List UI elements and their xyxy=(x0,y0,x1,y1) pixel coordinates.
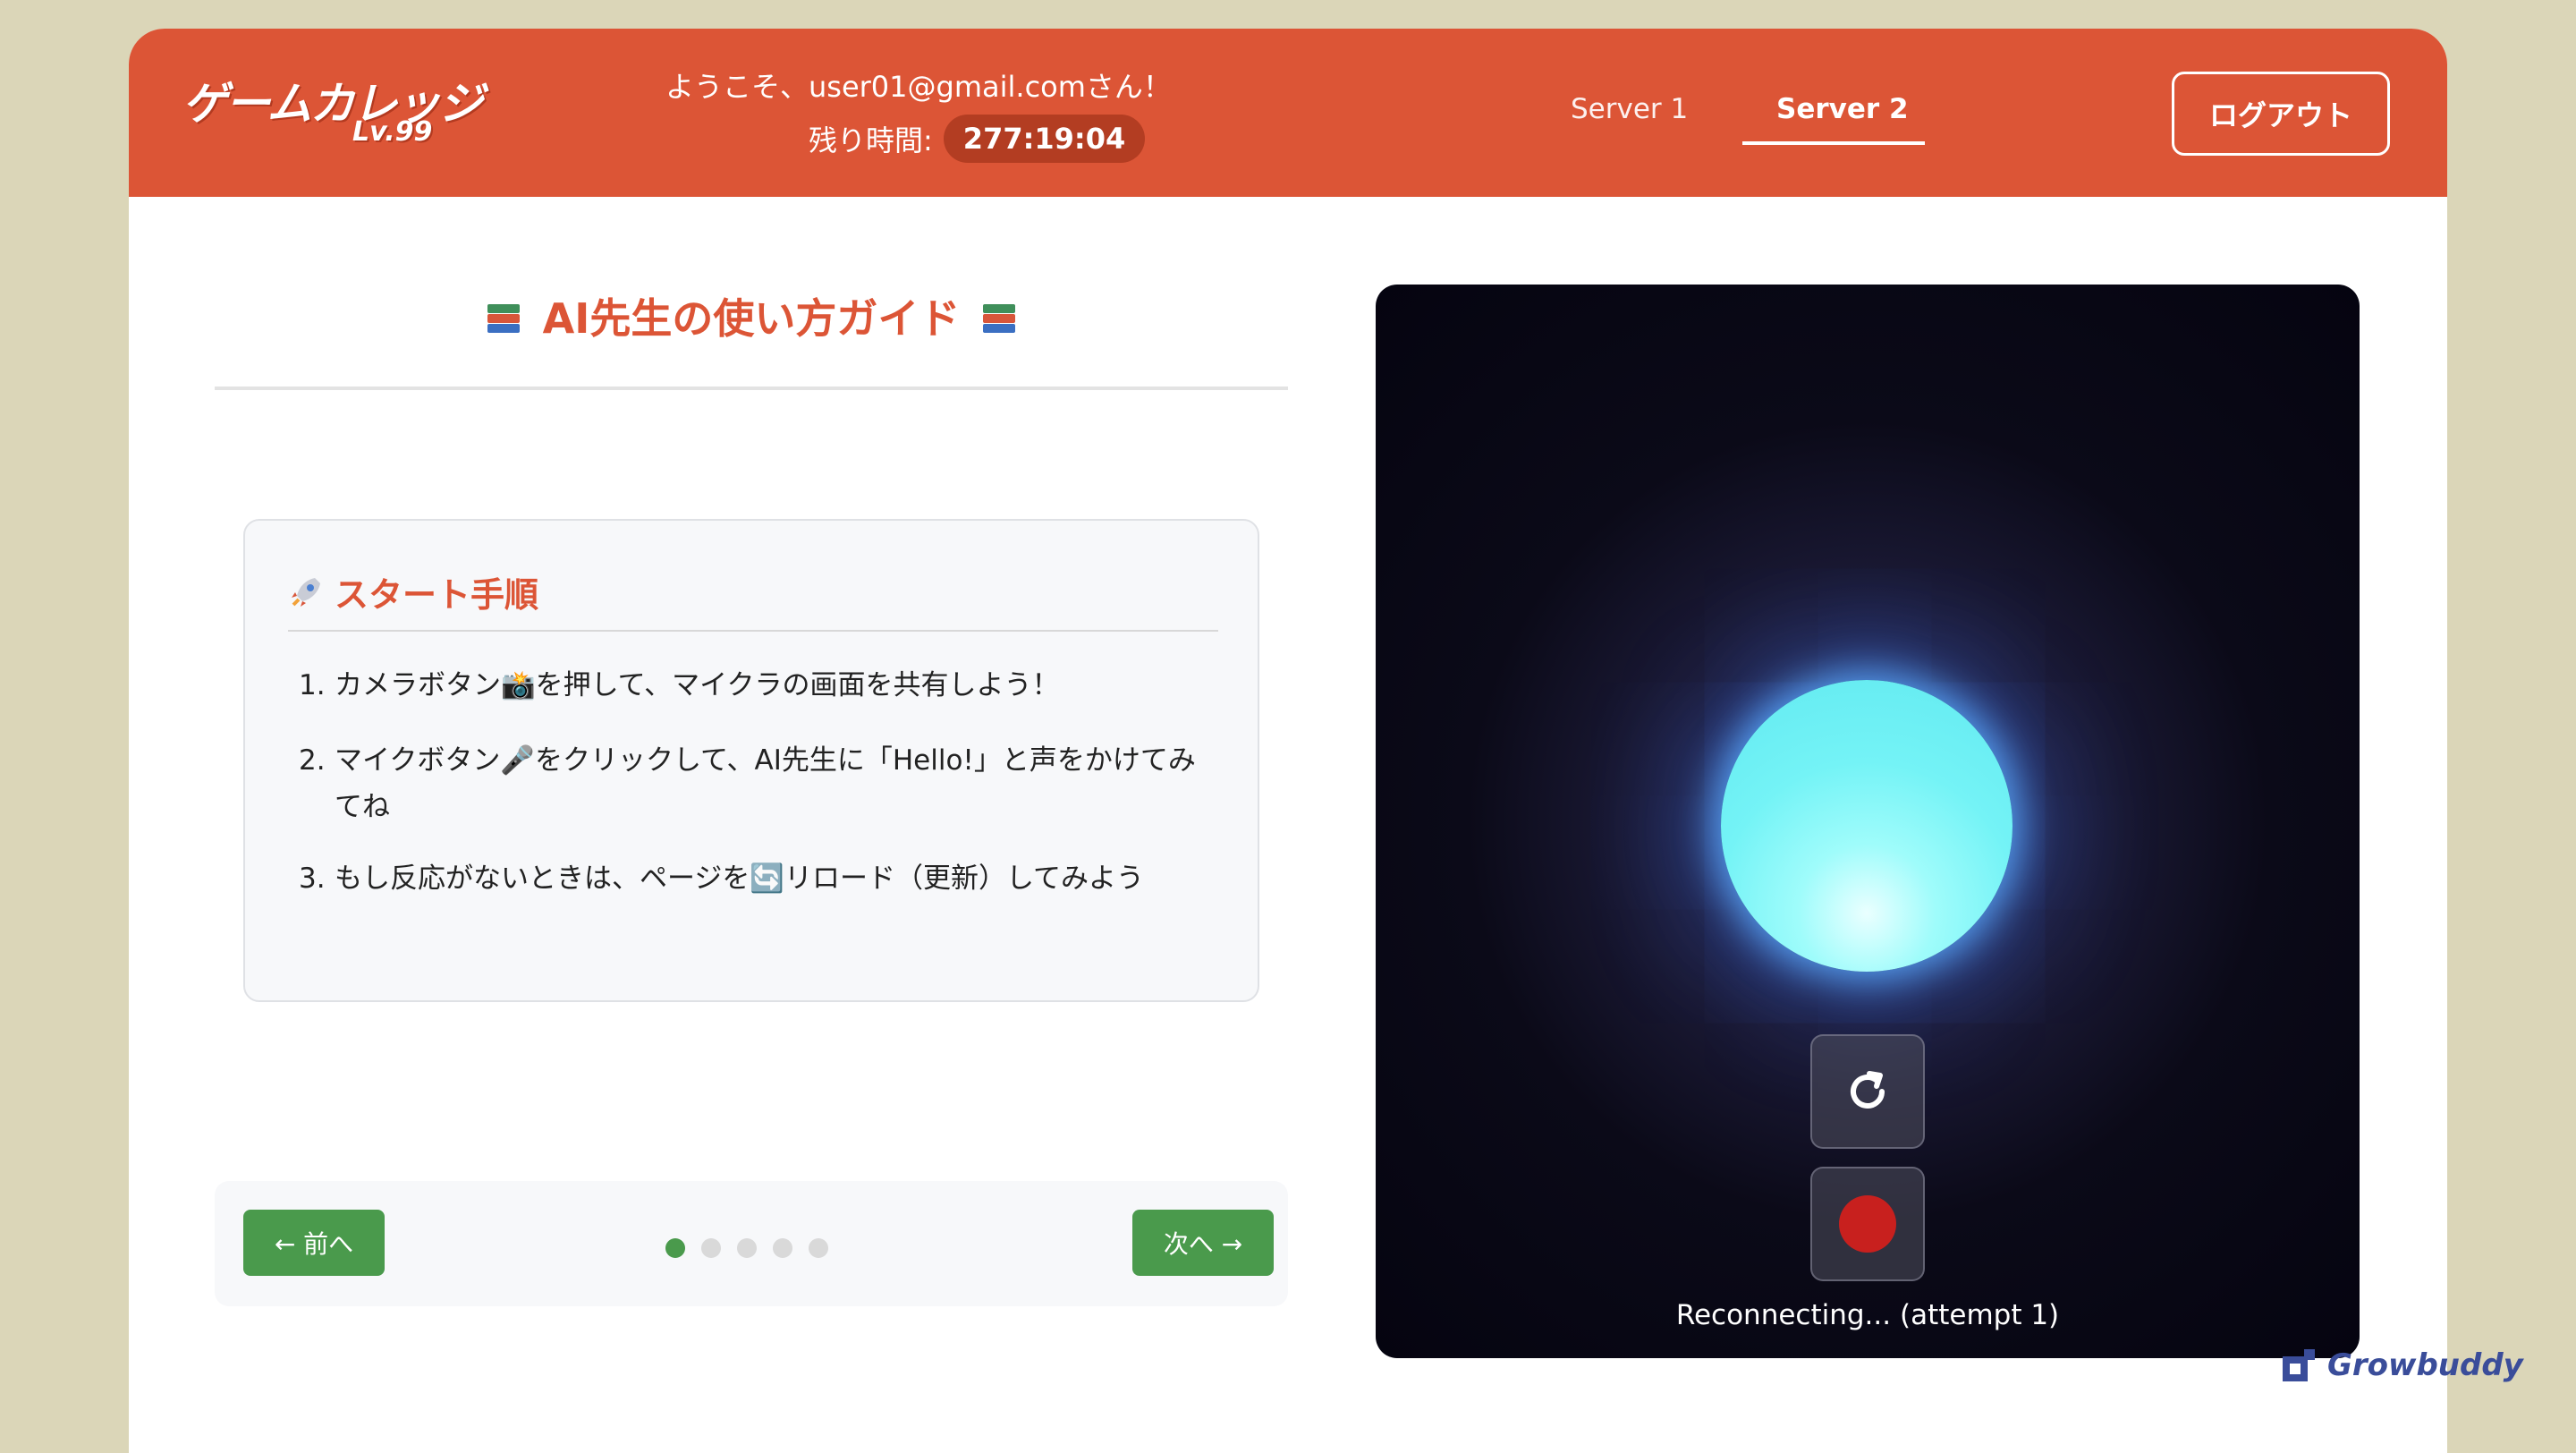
guide-title: AI先生の使い方ガイド xyxy=(215,286,1288,345)
ai-orb xyxy=(1721,680,2012,972)
step-number: 3. xyxy=(299,862,326,895)
step-number: 1. xyxy=(299,669,326,701)
growbuddy-logo-icon xyxy=(2281,1347,2317,1383)
books-icon xyxy=(981,301,1017,336)
active-tab-indicator xyxy=(1742,141,1925,145)
logo-main-text: ゲームカレッジ xyxy=(182,78,483,130)
next-button[interactable]: 次へ → xyxy=(1132,1210,1274,1276)
tab-server-2[interactable]: Server 2 xyxy=(1776,93,1909,125)
app-header: ゲームカレッジ Lv.99 ようこそ、user01@gmail.comさん！ 残… xyxy=(129,29,2447,197)
page-dot-3[interactable] xyxy=(737,1238,757,1258)
ai-teacher-stage: Reconnecting... (attempt 1) xyxy=(1376,285,2360,1358)
welcome-message: ようこそ、user01@gmail.comさん！ xyxy=(665,70,1172,104)
brand-name: Growbuddy xyxy=(2327,1347,2523,1383)
step-item: 2. マイクボタン🎤をクリックして、AI先生に「Hello!」と声をかけてみてね xyxy=(299,737,1220,830)
record-icon xyxy=(1839,1195,1896,1253)
start-steps-panel: スタート手順 1. カメラボタン📸を押して、マイクラの画面を共有しよう！ 2. … xyxy=(243,519,1259,1002)
tab-server-1[interactable]: Server 1 xyxy=(1571,93,1688,125)
connection-status: Reconnecting... (attempt 1) xyxy=(1675,1299,2060,1331)
main-card: ゲームカレッジ Lv.99 ようこそ、user01@gmail.comさん！ 残… xyxy=(129,29,2447,1453)
title-divider xyxy=(215,387,1288,390)
remaining-time-value: 277:19:04 xyxy=(943,115,1146,163)
books-icon xyxy=(486,301,521,336)
logo-sub-text: Lv.99 xyxy=(352,116,433,148)
app-logo[interactable]: ゲームカレッジ Lv.99 xyxy=(182,68,483,157)
reload-button[interactable] xyxy=(1810,1034,1925,1149)
guide-pagination: ← 前へ 次へ → xyxy=(215,1181,1288,1306)
remaining-time-label: 残り時間: xyxy=(809,123,933,157)
page-dot-4[interactable] xyxy=(773,1238,792,1258)
step-item: 1. カメラボタン📸を押して、マイクラの画面を共有しよう！ xyxy=(299,662,1220,709)
record-button[interactable] xyxy=(1810,1167,1925,1281)
start-steps-title: スタート手順 xyxy=(335,575,539,615)
guide-title-text: AI先生の使い方ガイド xyxy=(542,294,961,343)
reload-icon xyxy=(1851,1071,1885,1109)
steps-divider xyxy=(288,630,1218,632)
page-dot-5[interactable] xyxy=(809,1238,828,1258)
step-text: カメラボタン📸を押して、マイクラの画面を共有しよう！ xyxy=(335,669,1060,701)
brand-watermark: Growbuddy xyxy=(2281,1347,2523,1383)
rocket-icon xyxy=(288,574,324,610)
step-number: 2. xyxy=(299,744,326,777)
page-dot-2[interactable] xyxy=(701,1238,721,1258)
step-text: もし反応がないときは、ページを🔄リロード（更新）してみよう xyxy=(335,862,1145,895)
start-steps-heading: スタート手順 xyxy=(288,567,538,616)
remaining-time: 残り時間: 277:19:04 xyxy=(809,113,1146,165)
page-dot-1[interactable] xyxy=(665,1238,685,1258)
logout-button[interactable]: ログアウト xyxy=(2172,72,2390,156)
page-dots xyxy=(665,1238,828,1258)
prev-button[interactable]: ← 前へ xyxy=(243,1210,385,1276)
step-item: 3. もし反応がないときは、ページを🔄リロード（更新）してみよう xyxy=(299,855,1220,902)
step-text: マイクボタン🎤をクリックして、AI先生に「Hello!」と声をかけてみてね xyxy=(335,744,1196,823)
